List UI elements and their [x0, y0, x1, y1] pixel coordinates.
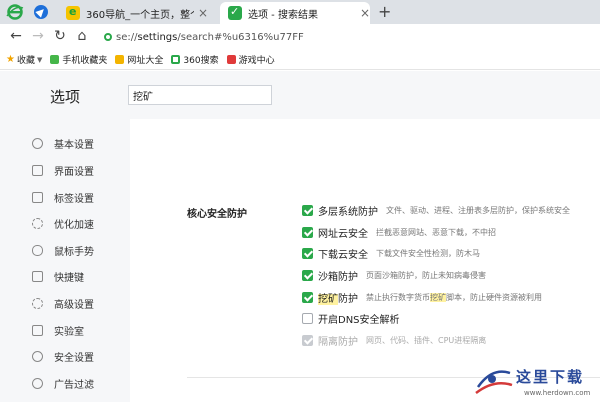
option-isolation-protection: 隔离防护 网页、代码、插件、CPU进程隔离: [302, 332, 486, 348]
checkbox[interactable]: [302, 312, 313, 324]
option-url-cloud-security[interactable]: 网址云安全 拦截恶意网站、恶意下载，不中招: [302, 224, 496, 240]
sidebar-item-optimize[interactable]: 优化加速: [0, 213, 130, 233]
sidebar-item-advanced[interactable]: 高级设置: [0, 293, 130, 313]
flask-icon: [32, 324, 43, 336]
tab-close-icon[interactable]: ×: [360, 7, 370, 19]
star-icon: ★: [6, 54, 15, 65]
settings-page: 选项 基本设置 界面设置 标签设置 优化加速 鼠标手势 快捷键 高级设置: [0, 71, 600, 402]
sidebar-item-mouse-gesture[interactable]: 鼠标手势: [0, 240, 130, 260]
tab-favicon-icon: [66, 5, 80, 20]
refresh-icon[interactable]: ↻: [52, 28, 68, 44]
bookmark-360-search[interactable]: 360搜索: [171, 53, 219, 66]
sidebar-item-lab[interactable]: 实验室: [0, 320, 130, 340]
forward-arrow-icon[interactable]: →: [30, 28, 46, 44]
url-directory-icon: [115, 55, 125, 64]
mouse-icon: [32, 244, 43, 256]
watermark-logo-icon: [475, 370, 513, 394]
option-multilayer-protection[interactable]: 多层系统防护 文件、驱动、进程、注册表多层防护，保护系统安全: [302, 202, 570, 218]
watermark: 这里下载 www.herdown.com: [468, 361, 598, 401]
shield-icon: [32, 350, 43, 362]
checkbox[interactable]: [302, 291, 313, 303]
checkbox: [302, 334, 313, 346]
favorites-arrow-icon[interactable]: [34, 5, 48, 19]
game-center-icon: [226, 55, 236, 64]
tab-title: 360导航_一个主页，整个世界: [86, 9, 194, 21]
tab-title: 选项 - 搜索结果: [248, 9, 318, 21]
bookmark-url-directory[interactable]: 网址大全: [115, 53, 163, 66]
checkbox[interactable]: [302, 247, 313, 259]
option-dns-secure-resolve[interactable]: 开启DNS安全解析: [302, 310, 408, 326]
bolt-icon: [32, 217, 43, 229]
tab-icon: [32, 191, 43, 203]
tab-360-nav[interactable]: 360导航_一个主页，整个世界 ×: [58, 2, 218, 24]
home-icon[interactable]: ⌂: [74, 28, 90, 44]
settings-content: 核心安全防护 多层系统防护 文件、驱动、进程、注册表多层防护，保护系统安全 网址…: [130, 119, 600, 402]
bookmark-favorites[interactable]: ★ 收藏 ▼: [6, 53, 42, 66]
secure-site-icon: [104, 33, 112, 41]
settings-search-input[interactable]: [128, 85, 272, 105]
sidebar-item-tabs[interactable]: 标签设置: [0, 187, 130, 207]
watermark-url: www.herdown.com: [524, 389, 591, 397]
sidebar-item-interface[interactable]: 界面设置: [0, 160, 130, 180]
address-bar[interactable]: se://settings/search#%u6316%u77FF: [100, 28, 596, 46]
wrench-icon: [32, 297, 43, 309]
browser-logo-icon[interactable]: [6, 3, 24, 21]
tab-settings-search[interactable]: 选项 - 搜索结果 ×: [220, 2, 370, 24]
checkbox[interactable]: [302, 204, 313, 216]
option-download-cloud-security[interactable]: 下载云安全 下载文件安全性检测，防木马: [302, 245, 480, 261]
window-icon: [32, 164, 43, 176]
360-search-icon: [171, 55, 181, 64]
caret-down-icon: ▼: [36, 55, 43, 64]
watermark-text: 这里下载: [516, 368, 585, 386]
option-mining-protection[interactable]: 挖矿防护 禁止执行数字货币挖矿脚本，防止硬件资源被利用: [302, 289, 542, 305]
block-icon: [32, 377, 43, 389]
settings-circle-icon: [32, 137, 43, 149]
back-arrow-icon[interactable]: ←: [8, 28, 24, 44]
section-title: 核心安全防护: [187, 209, 247, 220]
navigation-toolbar: ← → ↻ ⌂ se://settings/search#%u6316%u77F…: [0, 24, 600, 50]
bookmarks-bar: ★ 收藏 ▼ 手机收藏夹 网址大全 360搜索 游戏中心: [0, 50, 600, 70]
sidebar-item-shortcuts[interactable]: 快捷键: [0, 266, 130, 286]
tab-close-icon[interactable]: ×: [198, 7, 208, 19]
sidebar-item-basic[interactable]: 基本设置: [0, 133, 130, 153]
settings-sidebar: 基本设置 界面设置 标签设置 优化加速 鼠标手势 快捷键 高级设置 实验室 安全…: [0, 119, 130, 402]
sidebar-item-security[interactable]: 安全设置: [0, 346, 130, 366]
tab-strip: 360导航_一个主页，整个世界 × 选项 - 搜索结果 × +: [0, 0, 600, 24]
address-text: se://settings/search#%u6316%u77FF: [116, 31, 304, 43]
sidebar-item-ad-filter[interactable]: 广告过滤: [0, 373, 130, 393]
checkbox[interactable]: [302, 269, 313, 281]
checkbox[interactable]: [302, 226, 313, 238]
option-sandbox-protection[interactable]: 沙箱防护 页面沙箱防护，防止未知病毒侵害: [302, 267, 486, 283]
phone-icon: [50, 55, 60, 64]
bookmark-game-center[interactable]: 游戏中心: [226, 53, 275, 66]
bookmark-mobile-favorites[interactable]: 手机收藏夹: [50, 53, 107, 66]
new-tab-button[interactable]: +: [378, 3, 391, 21]
keyboard-icon: [32, 270, 43, 282]
search-highlight: 挖矿: [318, 293, 338, 305]
page-title: 选项: [50, 88, 81, 106]
tab-favicon-icon: [228, 5, 242, 20]
search-highlight: 挖矿: [430, 292, 446, 302]
